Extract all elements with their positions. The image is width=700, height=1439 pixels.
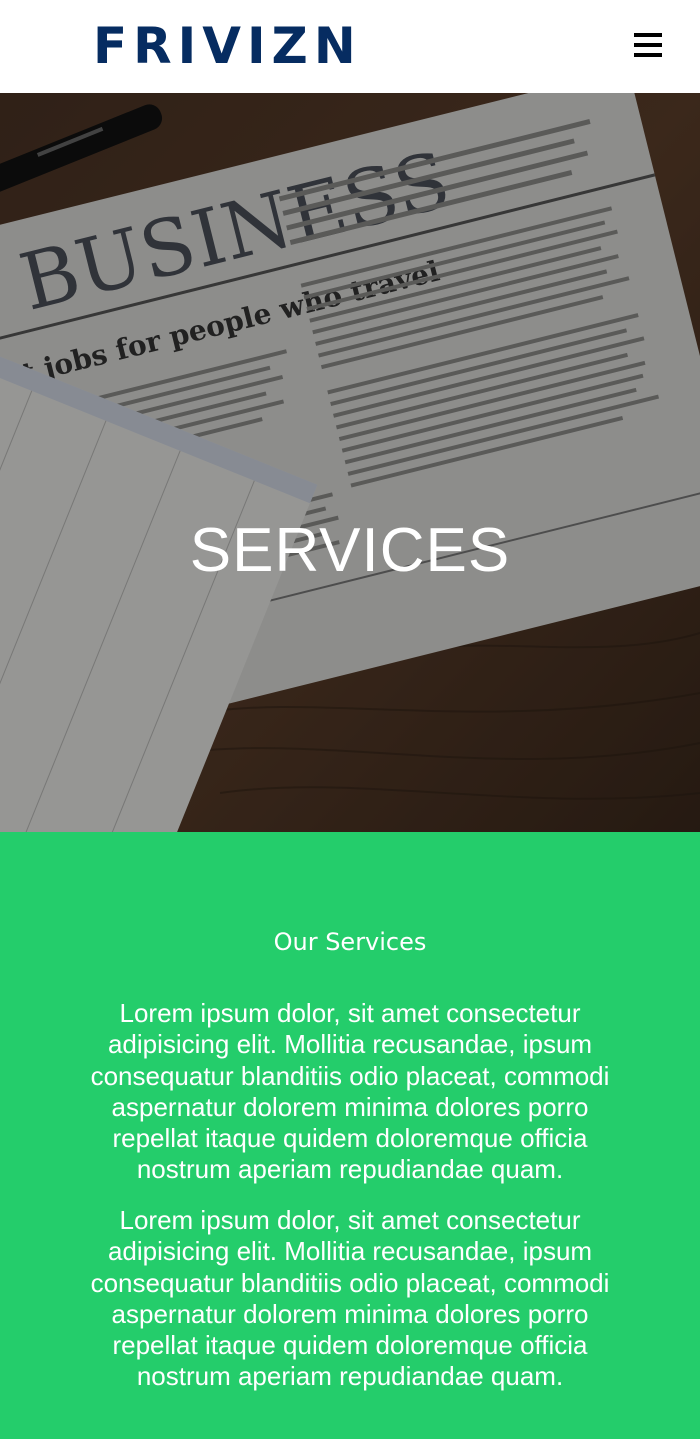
newspaper-background-image: BUSINESS at jobs for people who travel [0,93,700,832]
services-section: Our Services Lorem ipsum dolor, sit amet… [0,832,700,1439]
hero-banner: BUSINESS at jobs for people who travel S… [0,93,700,832]
page-title: SERVICES [189,516,511,585]
hamburger-menu-icon[interactable] [634,33,662,59]
services-paragraph: Lorem ipsum dolor, sit amet consectetur … [90,1205,610,1392]
services-paragraph: Lorem ipsum dolor, sit amet consectetur … [90,998,610,1185]
section-heading: Our Services [273,928,427,956]
menu-bar-top [634,33,662,37]
menu-bar-bottom [634,53,662,57]
brand-logo[interactable]: FRIVIZN [93,17,362,75]
menu-bar-middle [634,43,662,47]
navbar: FRIVIZN [0,0,700,93]
